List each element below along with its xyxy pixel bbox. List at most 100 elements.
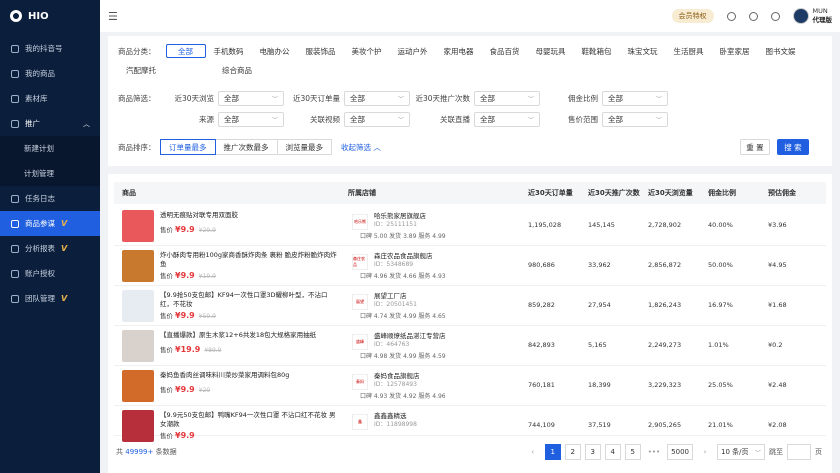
category-option[interactable]: 手机数码 — [206, 44, 252, 58]
product-name[interactable]: 秦妈鱼香肉丝调味料川菜炒菜家用调料包80g — [160, 371, 340, 380]
category-option[interactable]: 鞋靴箱包 — [574, 44, 620, 58]
table-row[interactable]: 透明无痕贴对联专用双面胶 售价 ¥9.9 ¥29.9 哈乐熊 哈乐熊家居旗舰店 ID：251… — [114, 206, 826, 246]
product-thumbnail[interactable] — [122, 250, 154, 282]
category-option[interactable]: 家用电器 — [436, 44, 482, 58]
sidebar-item-label: 商品参谋 — [25, 219, 55, 228]
category-option[interactable]: 电脑办公 — [252, 44, 298, 58]
table-row[interactable]: 【9.9抢50支包邮】KF94一次性口罩3D耀柳叶型，不沾口红，不花妆 售价 ¥9.… — [114, 286, 826, 326]
col-promotions: 近30天推广次数 — [588, 189, 640, 197]
orders-select[interactable]: 全部 ﹀ — [344, 91, 410, 106]
table-row[interactable]: 【9.9元50支包邮】鸭嘴KF94一次性口罩 不沾口红不花妆 男女潮款 售价 ¥9.… — [114, 406, 826, 442]
product-name[interactable]: 【9.9元50支包邮】鸭嘴KF94一次性口罩 不沾口红不花妆 男女潮款 — [160, 411, 340, 429]
source-select[interactable]: 全部 ﹀ — [218, 112, 284, 127]
live-select[interactable]: 全部 ﹀ — [474, 112, 540, 127]
product-name[interactable]: 【直播爆款】原生木浆12+6共发18包大规格家用抽纸 — [160, 331, 340, 340]
last-page-button[interactable]: 5000 — [667, 444, 693, 460]
page-button-current[interactable]: 1 — [544, 444, 561, 460]
views-select[interactable]: 全部 ﹀ — [218, 91, 284, 106]
product-thumbnail[interactable] — [122, 370, 154, 402]
select-value: 全部 — [480, 115, 495, 124]
category-option[interactable]: 美妆个护 — [344, 44, 390, 58]
ellipsis-icon[interactable]: ••• — [644, 444, 664, 460]
next-page-button[interactable]: › — [697, 444, 713, 460]
vip-icon: V — [61, 294, 68, 303]
select-value: 全部 — [224, 115, 239, 124]
search-button[interactable]: 搜 索 — [777, 139, 809, 155]
price-range-select[interactable]: 全部 ﹀ — [602, 112, 668, 127]
sidebar-item-my-products[interactable]: 我的商品 — [0, 61, 100, 86]
category-option[interactable]: 食品百货 — [482, 44, 528, 58]
menu-toggle-icon[interactable]: ☰ — [108, 10, 118, 23]
sale-price: ¥9.9 — [175, 225, 195, 234]
product-name[interactable]: 【9.9抢50支包邮】KF94一次性口罩3D耀柳叶型，不沾口红，不花妆 — [160, 291, 340, 309]
page-button[interactable]: 2 — [564, 444, 581, 460]
video-select[interactable]: 全部 ﹀ — [344, 112, 410, 127]
promotions-select[interactable]: 全部 ﹀ — [474, 91, 540, 106]
product-name[interactable]: 炸小酥肉专用粉100g家商香酥炸肉条 裹粉 脆皮炸粉脆炸肉炸鱼 — [160, 251, 340, 269]
product-thumbnail[interactable] — [122, 290, 154, 322]
member-privilege-badge[interactable]: 会员特权 — [671, 9, 714, 23]
category-option[interactable]: 母婴玩具 — [528, 44, 574, 58]
page-button[interactable]: 5 — [624, 444, 641, 460]
settings-icon[interactable] — [726, 11, 736, 21]
product-name[interactable]: 透明无痕贴对联专用双面胶 — [160, 211, 340, 220]
sidebar-item-team[interactable]: 团队管理 V — [0, 286, 100, 311]
sidebar-item-plan-management[interactable]: 计划管理 — [0, 161, 100, 186]
col-views: 近30天浏览量 — [648, 189, 693, 197]
sidebar-item-reports[interactable]: 分析报表 V — [0, 236, 100, 261]
category-option[interactable]: 珠宝文玩 — [620, 44, 666, 58]
chevron-down-icon: ﹀ — [527, 96, 534, 103]
jump-page-input[interactable] — [787, 444, 811, 460]
category-option[interactable]: 图书文娱 — [758, 44, 804, 58]
page-button[interactable]: 3 — [584, 444, 601, 460]
category-all[interactable]: 全部 — [165, 44, 206, 58]
sort-promotions-button[interactable]: 推广次数最多 — [214, 139, 278, 155]
category-option[interactable]: 综合商品 — [214, 63, 260, 77]
sidebar-item-task-log[interactable]: 任务日志 — [0, 186, 100, 211]
user-menu[interactable]: MUN 代理版 — [792, 7, 832, 25]
promotions-value: 37,519 — [588, 421, 611, 429]
account-icon — [11, 44, 19, 53]
product-thumbnail[interactable] — [122, 330, 154, 362]
page-button[interactable]: 4 — [604, 444, 621, 460]
category-option[interactable]: 运动户外 — [390, 44, 436, 58]
sidebar-item-new-plan[interactable]: 新建计划 — [0, 136, 100, 161]
sidebar-item-authorization[interactable]: 账户授权 — [0, 261, 100, 286]
table-header: 商品 所属店铺 近30天订单量 近30天推广次数 近30天浏览量 佣金比例 预估… — [114, 182, 826, 204]
sidebar-item-materials[interactable]: 素材库 — [0, 86, 100, 111]
headset-icon[interactable] — [770, 11, 780, 21]
sort-views-button[interactable]: 浏览量最多 — [276, 139, 332, 155]
promotions-value: 145,145 — [588, 221, 615, 229]
help-icon[interactable] — [748, 11, 758, 21]
sidebar-item-label: 推广 — [25, 119, 40, 128]
est-commission-value: ¥4.95 — [768, 261, 787, 269]
category-option[interactable]: 服装饰品 — [298, 44, 344, 58]
shop-id: ID：5348689 — [374, 261, 414, 268]
commission-rate-select[interactable]: 全部 ﹀ — [602, 91, 668, 106]
commission-rate-value: 25.05% — [708, 381, 733, 389]
table-row[interactable]: 【直播爆款】原生木浆12+6共发18包大规格家用抽纸 售价 ¥19.9 ¥89.9 盛峰… — [114, 326, 826, 366]
sidebar-item-douyin-account[interactable]: 我的抖音号 — [0, 36, 100, 61]
promotion-submenu: 新建计划 计划管理 — [0, 136, 100, 186]
brand-logo[interactable]: HIO — [0, 0, 100, 32]
reset-button[interactable]: 重 置 — [740, 139, 770, 155]
sort-orders-button[interactable]: 订单量最多 — [160, 139, 216, 155]
table-row[interactable]: 秦妈鱼香肉丝调味料川菜炒菜家用调料包80g 售价 ¥9.9 ¥29 秦妈 秦妈食品旗舰店 I… — [114, 366, 826, 406]
orders-value: 760,181 — [528, 381, 555, 389]
category-option[interactable]: 卧室家居 — [712, 44, 758, 58]
sidebar-item-product-advisor[interactable]: 商品参谋 V — [0, 211, 100, 236]
collapse-filters-link[interactable]: 收起筛选 ︿ — [341, 142, 381, 153]
views-value: 3,229,323 — [648, 381, 682, 389]
prev-page-button[interactable]: ‹ — [524, 444, 541, 460]
sidebar: HIO 我的抖音号 我的商品 素材库 推广 ︿ 新建计划 计划管理 任务日志 商品… — [0, 0, 100, 473]
shop-id: ID：25111151 — [374, 221, 417, 228]
category-option[interactable]: 生活厨具 — [666, 44, 712, 58]
product-thumbnail[interactable] — [122, 410, 154, 442]
category-option[interactable]: 汽配摩托 — [118, 63, 164, 77]
select-value: 全部 — [224, 94, 239, 103]
table-row[interactable]: 炸小酥肉专用粉100g家商香酥炸肉条 裹粉 脆皮炸粉脆炸肉炸鱼 售价 ¥9.9 ¥19… — [114, 246, 826, 286]
page-size-select[interactable]: 10 条/页 ﹀ — [717, 444, 765, 460]
product-thumbnail[interactable] — [122, 210, 154, 242]
sidebar-item-promotion[interactable]: 推广 ︿ — [0, 111, 100, 136]
orders-value: 842,893 — [528, 341, 555, 349]
